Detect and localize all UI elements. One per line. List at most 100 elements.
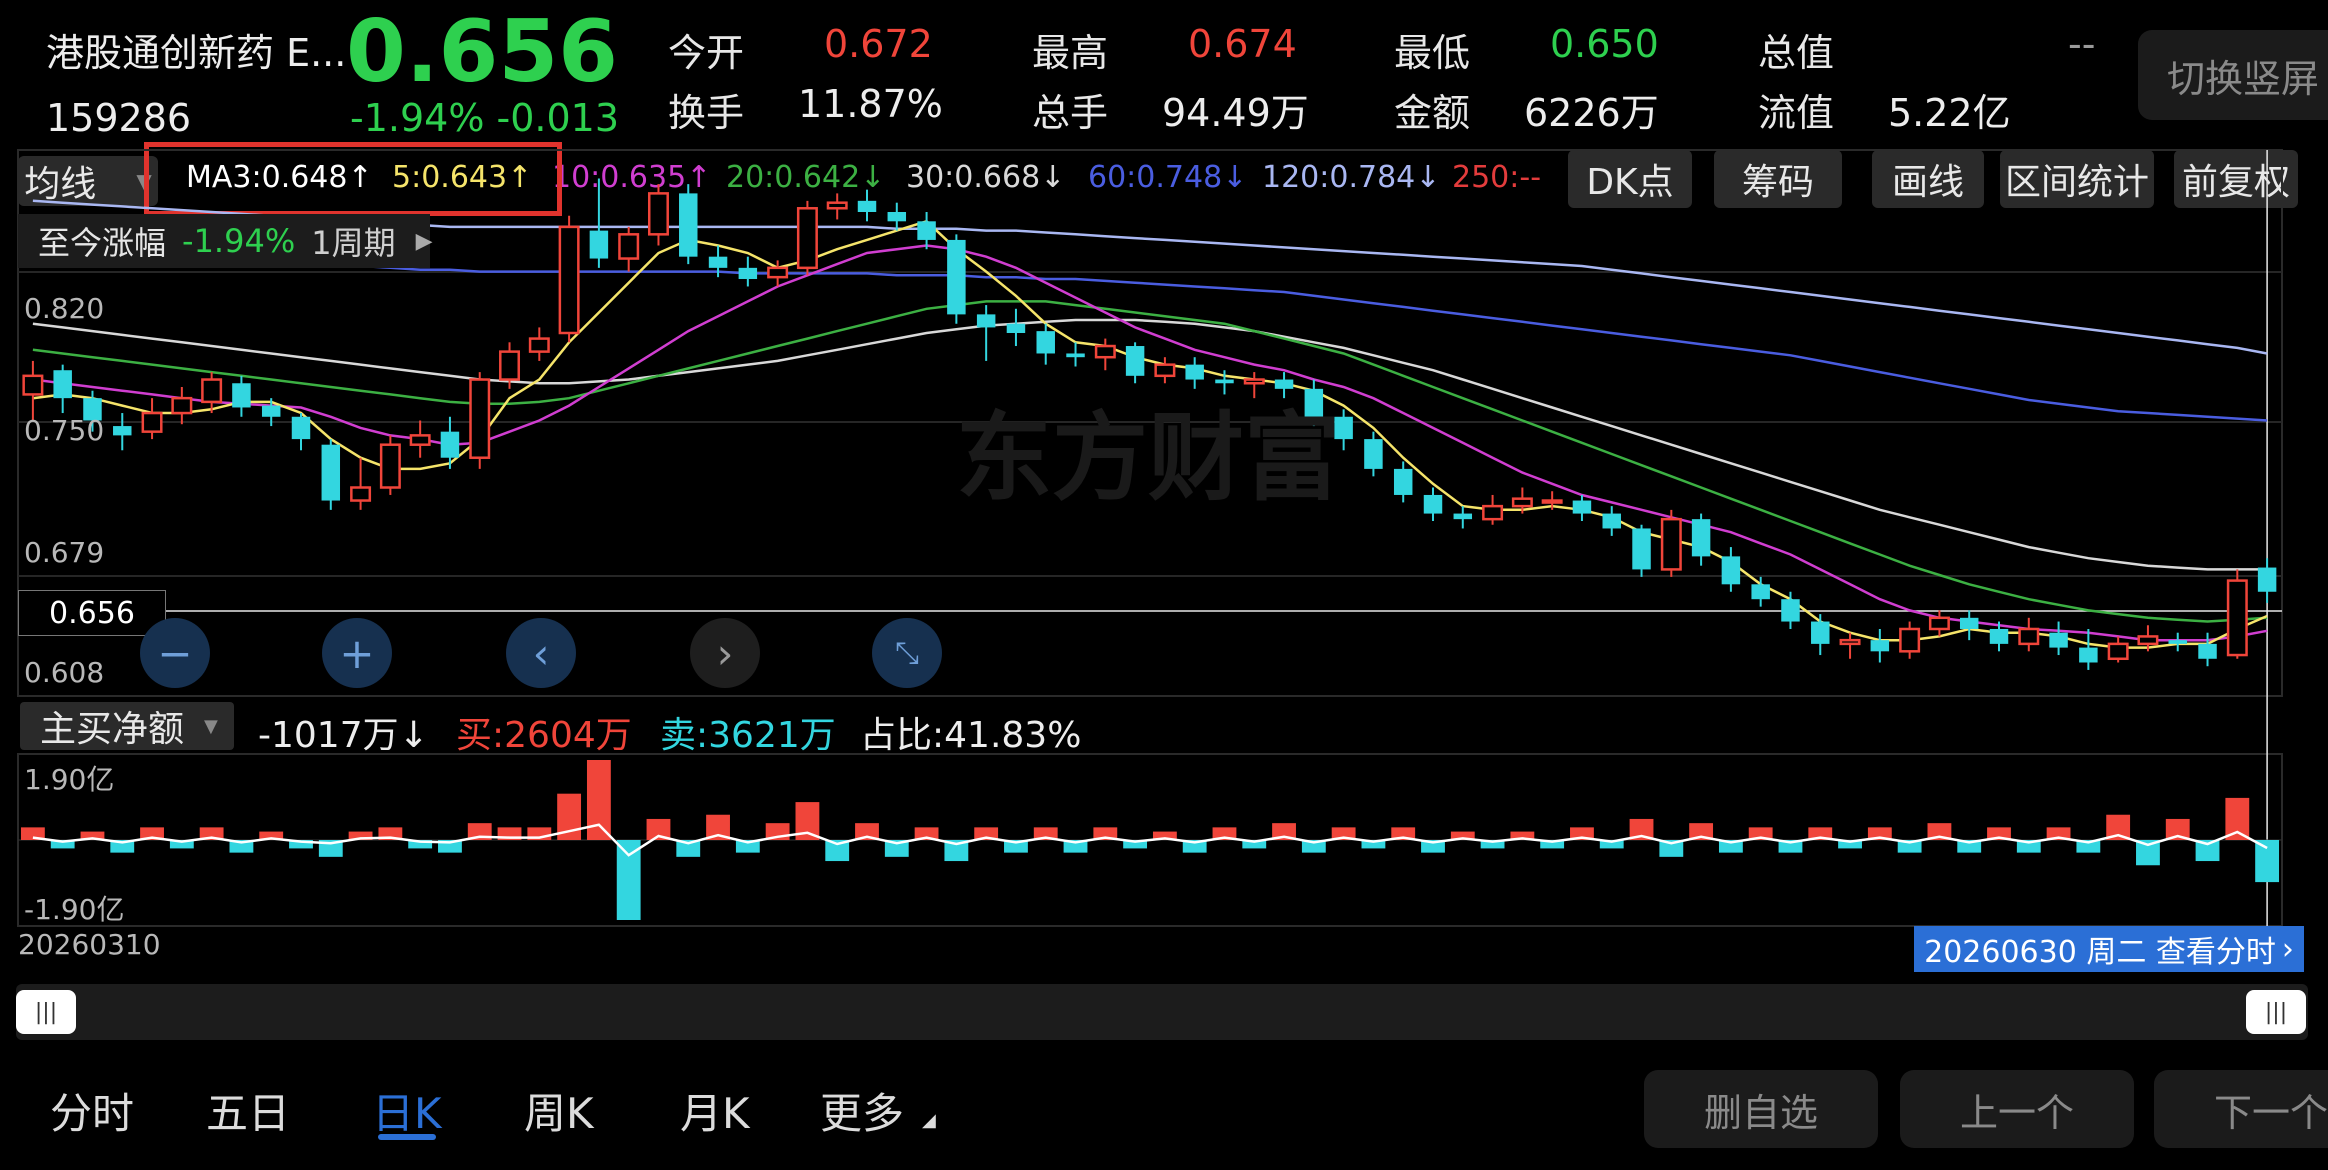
candle-body [647,192,669,236]
candle-body [350,486,372,502]
tab-2[interactable]: 日K [372,1080,442,1141]
candle-body [1959,617,1979,629]
bottom-button[interactable]: 上一个 [1900,1070,2134,1148]
watermark: 东方财富 [956,402,1340,514]
flow-axis-top: 1.90亿 [24,763,115,796]
indicator-select[interactable]: 主买净额 ▼ [20,702,234,750]
plus-icon: + [339,628,375,678]
range-change-value: -1.94% [182,222,296,260]
candle-body [1781,599,1800,622]
candle-body [291,416,311,440]
range-slider-left-handle[interactable]: ||| [16,990,76,1034]
date-cursor-label: 20260630 周二 查看分时 [1924,935,2276,970]
tab-3[interactable]: 周K [524,1080,594,1141]
flow-bar [2225,797,2250,840]
candle-body [171,396,193,415]
indicator-net: -1017万↓ [258,715,429,756]
candle-body [2168,640,2187,644]
candle-body [113,426,132,436]
candle-body [1423,494,1443,514]
zoom-in-button[interactable]: + [322,618,392,688]
range-period: 1周期 [311,224,396,262]
candle-body [2257,567,2277,592]
candle-body [1811,621,1830,644]
candle-body [2107,642,2129,661]
scroll-left-button[interactable]: ‹ [506,618,576,688]
candle-body [1511,497,1533,508]
tab-0[interactable]: 分时 [50,1080,134,1141]
candle-body [22,374,44,396]
bottom-button[interactable]: 删自选 [1644,1070,1878,1148]
candle-body [321,444,341,501]
candle-body [887,212,907,222]
cursor-price-tag: 0.656 [18,590,166,636]
candle-body [618,233,640,260]
candle-body [1989,628,2009,644]
candle-body [499,350,521,381]
candle-body [1541,499,1563,504]
candle-body [528,337,550,353]
bottom-button[interactable]: 下一个 [2154,1070,2328,1148]
indicator-sell: 卖:3621万 [660,715,836,756]
candle-body [2049,632,2068,648]
indicator-ratio: 占比:41.83% [860,715,1082,756]
chevron-right-icon: › [2281,931,2294,967]
candle-body [1185,364,1204,380]
range-change-box[interactable]: 至今涨幅 -1.94% 1周期 ▶ [18,214,433,268]
candle-body [379,443,401,489]
scroll-right-button[interactable]: › [690,618,760,688]
candle-body [2137,635,2159,646]
range-slider-right-handle[interactable]: ||| [2246,990,2306,1034]
candle-body [917,221,936,240]
chevron-down-icon: ▼ [204,715,218,737]
candle-body [558,225,580,335]
reset-zoom-button[interactable]: ⤡ [872,618,942,688]
candle-body [1094,344,1116,359]
price-axis-label: 0.679 [24,536,105,569]
tab-1[interactable]: 五日 [206,1080,290,1141]
chevron-right-icon: › [716,628,734,678]
candle-body [440,431,460,458]
candle-body [947,239,966,315]
candle-body [261,405,281,417]
candle-body [1066,353,1085,358]
candle-body [976,314,996,328]
collapse-icon: ⤡ [895,635,919,671]
candle-body [1572,500,1592,514]
candle-body [469,378,491,459]
triangle-icon: ◢ [922,1110,936,1131]
candle-body [2079,647,2098,663]
date-cursor-button[interactable]: 20260630 周二 查看分时 › [1914,926,2304,972]
candle-body [1839,638,1861,646]
candle-body [1006,323,1026,333]
candle-body [1393,468,1413,495]
grip-icon: ||| [2264,999,2288,1025]
candle-body [738,267,758,280]
candle-body [1870,640,1890,652]
tab-4[interactable]: 月K [680,1080,750,1141]
candle-body [796,207,818,270]
start-date: 20260310 [18,928,161,961]
price-axis-label: 0.608 [24,656,105,689]
candle-body [201,378,223,404]
candle-body [1602,513,1621,529]
range-change-label: 至今涨幅 [38,224,167,262]
minus-icon: − [157,628,193,678]
candle-body [1364,439,1383,469]
candle-body [1899,627,1921,653]
candle-body [409,434,431,446]
chevron-left-icon: ‹ [532,628,550,678]
candle-body [141,411,163,433]
grip-icon: ||| [34,999,58,1025]
candle-body [1928,616,1950,631]
tab-5[interactable]: 更多 [820,1080,904,1141]
price-axis-label: 0.820 [24,292,105,325]
candle-body [589,230,609,259]
candle-body [1691,519,1711,557]
candle-body [1482,504,1504,521]
candle-body [857,200,877,212]
range-slider-track[interactable] [16,984,2308,1040]
zoom-out-button[interactable]: − [140,618,210,688]
indicator-select-label: 主买净额 [40,709,185,750]
candle-body [1721,556,1741,585]
